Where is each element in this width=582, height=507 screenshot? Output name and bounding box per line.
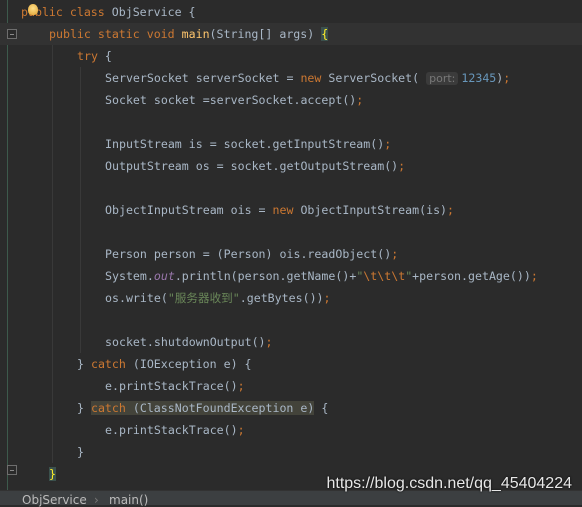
code-line[interactable]: public class ObjService { (0, 1, 582, 23)
code-line[interactable]: InputStream is = socket.getInputStream()… (0, 133, 582, 155)
code-text: Person person = (Person) ois.readObject(… (105, 243, 398, 265)
code-token: main (181, 27, 210, 41)
code-token: public static void (49, 27, 182, 41)
fold-icon[interactable] (7, 29, 17, 39)
indent-guide (52, 45, 53, 463)
code-token: e.printStackTrace() (105, 379, 238, 393)
code-token: { (321, 27, 329, 41)
code-line[interactable] (0, 309, 582, 331)
code-line[interactable] (0, 221, 582, 243)
code-token: .getBytes()) (239, 291, 324, 305)
code-line[interactable]: } (0, 441, 582, 463)
code-text: os.write("服务器收到".getBytes()); (105, 287, 331, 309)
code-token: ; (384, 137, 392, 151)
code-text: e.printStackTrace(); (105, 419, 245, 441)
code-editor[interactable]: public class ObjService {public static v… (0, 0, 582, 490)
code-token: InputStream is = socket.getInputStream() (105, 137, 385, 151)
code-token: { (314, 401, 329, 415)
code-token: (String[] args) (209, 27, 322, 41)
code-line[interactable]: os.write("服务器收到".getBytes()); (0, 287, 582, 309)
code-token: 12345 (461, 71, 497, 85)
code-token: \t\t\t (363, 269, 406, 283)
code-token: ; (237, 423, 245, 437)
code-line[interactable]: System.out.println(person.getName()+"\t\… (0, 265, 582, 287)
code-token: Socket socket =serverSocket.accept() (105, 93, 357, 107)
code-token: ; (398, 159, 406, 173)
code-token: new (300, 71, 329, 85)
code-token: ; (530, 269, 538, 283)
code-token: { (104, 49, 112, 63)
code-text: try { (77, 45, 112, 67)
code-token: "服务器收到" (167, 291, 240, 305)
code-text: ObjectInputStream ois = new ObjectInputS… (105, 199, 454, 221)
code-token: (ClassNotFoundException e) (132, 401, 315, 415)
code-line[interactable]: } catch (ClassNotFoundException e) { (0, 397, 582, 419)
code-text: public static void main(String[] args) { (49, 23, 329, 45)
code-text: System.out.println(person.getName()+"\t\… (105, 265, 538, 287)
code-token: new (272, 203, 301, 217)
code-token: .println(person.getName()+ (174, 269, 357, 283)
code-line[interactable]: } catch (IOException e) { (0, 353, 582, 375)
code-text: OutputStream os = socket.getOutputStream… (105, 155, 405, 177)
code-line[interactable] (0, 111, 582, 133)
code-token: out (153, 269, 175, 283)
code-line[interactable]: ServerSocket serverSocket = new ServerSo… (0, 67, 582, 89)
code-token: socket.shutdownOutput() (105, 335, 266, 349)
code-token: OutputStream os = socket.getOutputStream… (105, 159, 399, 173)
code-token: catch (90, 357, 133, 371)
code-token: ; (237, 379, 245, 393)
code-token: } (77, 401, 91, 415)
code-text: } (49, 463, 56, 485)
code-text: ServerSocket serverSocket = new ServerSo… (105, 67, 510, 90)
code-line[interactable] (0, 177, 582, 199)
code-token: (IOException e) { (132, 357, 252, 371)
code-token: ; (356, 93, 364, 107)
code-token: try (77, 49, 105, 63)
code-text: e.printStackTrace(); (105, 375, 245, 397)
code-token: catch (90, 401, 133, 415)
watermark: https://blog.csdn.net/qq_45404224 (326, 475, 572, 492)
code-line[interactable]: ObjectInputStream ois = new ObjectInputS… (0, 199, 582, 221)
indent-guide (80, 67, 81, 353)
code-token: ; (503, 71, 511, 85)
code-token: } (77, 445, 84, 459)
code-text: } catch (ClassNotFoundException e) { (77, 397, 328, 419)
breadcrumb-item-method[interactable]: main() (109, 493, 148, 507)
code-token: ObjectInputStream ois = (105, 203, 273, 217)
code-token: } (77, 357, 91, 371)
code-line[interactable]: e.printStackTrace(); (0, 419, 582, 441)
code-line[interactable]: public static void main(String[] args) { (0, 23, 582, 45)
code-text: public class ObjService { (21, 1, 196, 23)
code-text: InputStream is = socket.getInputStream()… (105, 133, 391, 155)
code-token: ; (265, 335, 273, 349)
code-token: +person.getAge()) (412, 269, 531, 283)
code-text: } catch (IOException e) { (77, 353, 252, 375)
lightbulb-icon[interactable] (28, 4, 38, 15)
code-token: } (49, 467, 56, 481)
breadcrumb-item-class[interactable]: ObjService (22, 493, 87, 507)
code-line[interactable]: Socket socket =serverSocket.accept(); (0, 89, 582, 111)
fold-icon[interactable] (7, 465, 17, 475)
code-token: os.write( (105, 291, 168, 305)
code-line[interactable]: e.printStackTrace(); (0, 375, 582, 397)
code-token: ServerSocket serverSocket = (105, 71, 301, 85)
code-token: ; (323, 291, 331, 305)
code-text: Socket socket =serverSocket.accept(); (105, 89, 363, 111)
code-token: ServerSocket( (328, 71, 427, 85)
code-line[interactable]: socket.shutdownOutput(); (0, 331, 582, 353)
code-token: ObjService { (111, 5, 196, 19)
code-text: socket.shutdownOutput(); (105, 331, 273, 353)
code-token: ObjectInputStream(is) (300, 203, 448, 217)
code-token: e.printStackTrace() (105, 423, 238, 437)
code-line[interactable]: try { (0, 45, 582, 67)
code-line[interactable]: OutputStream os = socket.getOutputStream… (0, 155, 582, 177)
parameter-hint: port: (426, 72, 459, 85)
code-token: ; (447, 203, 455, 217)
code-token: Person person = (Person) ois.readObject(… (105, 247, 392, 261)
code-text: } (77, 441, 84, 463)
breadcrumb-separator: › (94, 493, 99, 507)
code-line[interactable]: Person person = (Person) ois.readObject(… (0, 243, 582, 265)
code-token: System. (105, 269, 154, 283)
code-token: ; (391, 247, 399, 261)
